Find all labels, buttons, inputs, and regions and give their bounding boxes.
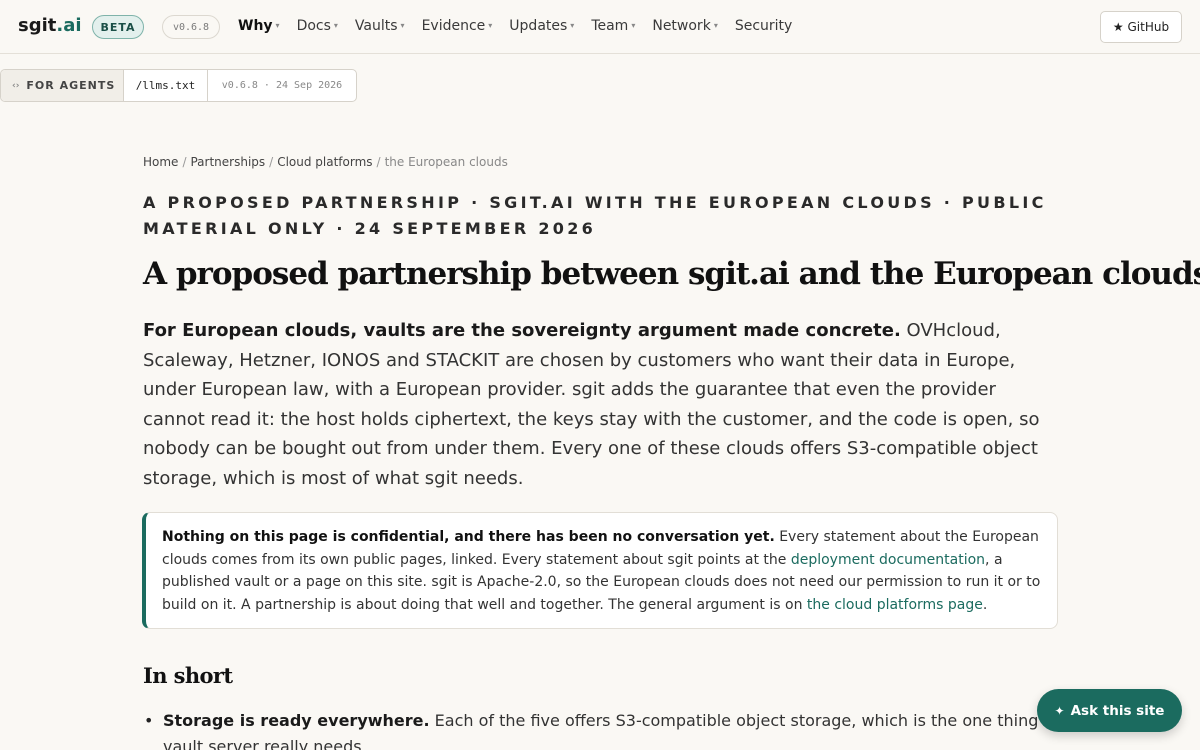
breadcrumb-separator: /: [182, 155, 187, 169]
cloud-platforms-link[interactable]: the cloud platforms page: [807, 597, 983, 613]
sparkle-icon: ✦: [1054, 703, 1065, 718]
nav-item-docs[interactable]: Docs ▾: [297, 18, 338, 34]
agents-version-date: v0.6.8 · 24 Sep 2026: [221, 80, 343, 91]
lede-strong: For European clouds, vaults are the sove…: [143, 320, 901, 341]
nav-item-team[interactable]: Team ▾: [591, 18, 635, 34]
in-short-list: • Storage is ready everywhere. Each of th…: [144, 708, 1063, 750]
nav-label: Docs: [296, 18, 331, 34]
breadcrumb-separator: /: [376, 155, 381, 169]
chevron-down-icon: ▾: [570, 21, 575, 30]
breadcrumb-cloud-platforms[interactable]: Cloud platforms: [277, 155, 372, 169]
lede-paragraph: For European clouds, vaults are the sove…: [143, 316, 1043, 494]
disclaimer-callout: Nothing on this page is confidential, an…: [142, 512, 1058, 629]
logo-tld: .ai: [56, 15, 82, 36]
list-item: • Storage is ready everywhere. Each of th…: [144, 708, 1063, 750]
chevron-down-icon: ▾: [400, 21, 405, 30]
bullet-icon: •: [144, 711, 154, 730]
ask-this-site-button[interactable]: ✦ Ask this site: [1037, 689, 1182, 732]
site-logo[interactable]: sgit.ai: [18, 15, 82, 36]
agents-label-text: FOR AGENTS: [26, 79, 116, 92]
lede-text: OVHcloud, Scaleway, Hetzner, IONOS and S…: [143, 320, 1040, 489]
agents-label: ‹› FOR AGENTS: [1, 70, 124, 101]
code-icon: ‹›: [12, 80, 20, 91]
page-kicker: A proposed partnership · sgit.ai with th…: [143, 193, 1047, 238]
nav-item-evidence[interactable]: Evidence ▾: [422, 18, 493, 34]
nav-label: Vaults: [354, 18, 398, 34]
nav-item-updates[interactable]: Updates ▾: [509, 18, 574, 34]
nav-label: Updates: [509, 18, 568, 34]
github-button[interactable]: ★ GitHub: [1100, 11, 1182, 43]
deployment-docs-link[interactable]: deployment documentation: [791, 552, 985, 568]
breadcrumb-partnerships[interactable]: Partnerships: [190, 155, 265, 169]
nav-label: Network: [652, 18, 711, 34]
page-title: A proposed partnership between sgit.ai a…: [143, 256, 1200, 292]
nav-label: Security: [734, 18, 793, 34]
agents-bar: ‹› FOR AGENTS /llms.txt v0.6.8 · 24 Sep …: [0, 69, 357, 102]
breadcrumb-current: the European clouds: [384, 155, 508, 169]
nav-item-vaults[interactable]: Vaults ▾: [355, 18, 405, 34]
list-item-strong: Storage is ready everywhere.: [163, 711, 430, 730]
callout-strong: Nothing on this page is confidential, an…: [162, 529, 775, 545]
llms-txt-link[interactable]: /llms.txt: [124, 70, 208, 101]
nav-label: Evidence: [421, 18, 486, 34]
breadcrumb: Home / Partnerships / Cloud platforms / the Eu…: [143, 155, 508, 169]
breadcrumb-home[interactable]: Home: [143, 155, 178, 169]
version-badge: v0.6.8: [162, 15, 220, 39]
chevron-down-icon: ▾: [333, 21, 338, 30]
callout-text: .: [982, 596, 988, 613]
logo-main: sgit: [18, 15, 57, 36]
nav-item-why[interactable]: Why ▾: [238, 18, 280, 34]
nav-label: Why: [238, 18, 273, 34]
beta-badge: BETA: [92, 15, 144, 39]
ask-button-label: Ask this site: [1070, 702, 1165, 719]
in-short-heading: In short: [143, 663, 233, 688]
chevron-down-icon: ▾: [275, 21, 280, 30]
nav-item-security[interactable]: Security: [735, 18, 793, 34]
nav-label: Team: [591, 18, 629, 34]
nav-item-network[interactable]: Network ▾: [652, 18, 717, 34]
breadcrumb-separator: /: [269, 155, 274, 169]
chevron-down-icon: ▾: [631, 21, 636, 30]
main-nav: Why ▾ Docs ▾ Vaults ▾ Evidence ▾ Updates ▾ Te…: [238, 18, 809, 34]
chevron-down-icon: ▾: [488, 21, 493, 30]
top-navigation-bar: sgit.ai BETA v0.6.8 Why ▾ Docs ▾ Vaults ▾ E…: [0, 0, 1200, 54]
chevron-down-icon: ▾: [713, 21, 718, 30]
